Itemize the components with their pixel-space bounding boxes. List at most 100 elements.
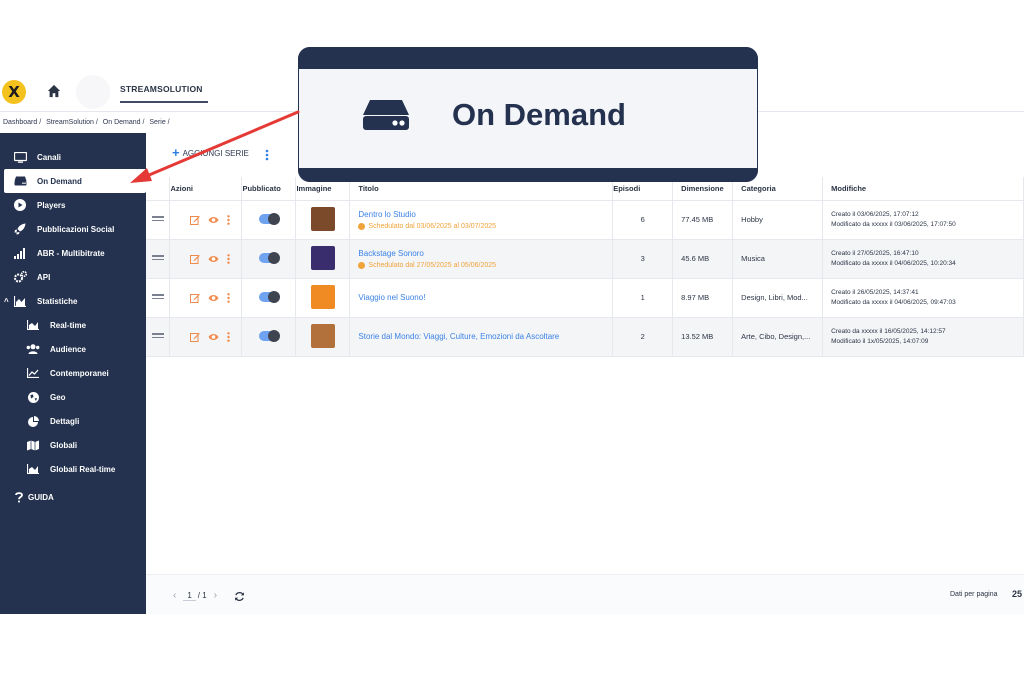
table-row[interactable]: Dentro lo Studio Schedulato dal 03/06/202… xyxy=(146,200,1024,240)
sidebar-item-canali[interactable]: Canali xyxy=(0,145,146,169)
modified-text: Modificato da xxxxx il 04/06/2025, 10:20… xyxy=(831,259,956,267)
drag-handle-icon[interactable] xyxy=(151,292,164,301)
image-cell xyxy=(295,200,351,240)
add-series-label: AGGIUNGI SERIE xyxy=(182,148,249,158)
image-cell xyxy=(295,317,351,357)
series-title-link[interactable]: Dentro lo Studio xyxy=(358,210,612,219)
per-page-select[interactable]: 25 xyxy=(1012,589,1022,599)
sidebar-item-pubblicazioni-social[interactable]: Pubblicazioni Social xyxy=(0,217,146,241)
more-options-icon[interactable] xyxy=(227,292,230,303)
sidebar-item-dettagli[interactable]: Dettagli xyxy=(0,409,146,433)
column-azioni[interactable]: Azioni xyxy=(169,177,243,201)
eye-icon[interactable] xyxy=(208,294,219,302)
drag-handle-cell[interactable] xyxy=(146,278,171,318)
edit-icon[interactable] xyxy=(189,293,200,303)
app-logo[interactable]: X xyxy=(2,80,26,104)
sidebar-item-abr-multibitrate[interactable]: ABR - Multibitrate xyxy=(0,241,146,265)
modifications-cell: Creato il 26/05/2025, 14:37:41 Modificato… xyxy=(822,278,1024,318)
pagination: ‹ 1 / 1 › xyxy=(166,590,224,601)
more-options-icon[interactable] xyxy=(227,214,230,225)
callout-top-bar xyxy=(298,47,758,69)
pie-chart-icon xyxy=(26,415,40,427)
more-options-icon[interactable] xyxy=(227,331,230,342)
edit-icon[interactable] xyxy=(189,254,200,264)
published-toggle[interactable] xyxy=(258,290,280,303)
sidebar-item-guida[interactable]: GUIDA xyxy=(0,485,146,509)
created-text: Creato da xxxxx il 16/05/2025, 14:12:57 xyxy=(831,327,946,335)
page-number-input[interactable]: 1 xyxy=(183,591,196,601)
sidebar-item-audience[interactable]: Audience xyxy=(0,337,146,361)
refresh-icon[interactable] xyxy=(234,591,245,602)
sidebar-item-players[interactable]: Players xyxy=(0,193,146,217)
sidebar-item-label: On Demand xyxy=(37,176,82,186)
breadcrumb-streamsolution[interactable]: StreamSolution / xyxy=(46,119,98,126)
drag-handle-cell[interactable] xyxy=(146,317,171,357)
edit-icon[interactable] xyxy=(189,215,200,225)
sidebar-item-contemporanei[interactable]: Contemporanei xyxy=(0,361,146,385)
eye-icon[interactable] xyxy=(208,216,219,224)
series-title-link[interactable]: Viaggio nel Suono! xyxy=(358,293,612,302)
published-toggle[interactable] xyxy=(258,329,280,342)
category-cell: Design, Libri, Mod... xyxy=(732,278,824,318)
drag-handle-cell[interactable] xyxy=(146,239,171,279)
sidebar-item-real-time[interactable]: Real-time xyxy=(0,313,146,337)
published-toggle[interactable] xyxy=(258,212,280,225)
callout-bottom-bar xyxy=(298,168,758,182)
page-total: / 1 xyxy=(197,591,207,600)
sidebar-item-globali[interactable]: Globali xyxy=(0,433,146,457)
sidebar-item-label: Globali Real-time xyxy=(50,464,116,474)
series-thumbnail[interactable] xyxy=(310,245,335,270)
created-text: Creato il 26/05/2025, 14:37:41 xyxy=(831,288,919,296)
sidebar-item-api[interactable]: API xyxy=(0,265,146,289)
published-toggle[interactable] xyxy=(258,251,280,264)
schedule-note: Schedulato dal 27/05/2025 al 05/06/2025 xyxy=(358,261,612,269)
series-thumbnail[interactable] xyxy=(310,323,335,348)
modifications-cell: Creato il 03/06/2025, 17:07:12 Modificato… xyxy=(822,200,1024,240)
modifications-cell: Creato il 27/05/2025, 16:47:10 Modificato… xyxy=(822,239,1024,279)
eye-icon[interactable] xyxy=(208,333,219,341)
next-page-icon[interactable]: › xyxy=(214,590,217,601)
more-options-icon[interactable] xyxy=(264,149,270,161)
series-thumbnail[interactable] xyxy=(310,206,335,231)
cogs-icon xyxy=(13,271,27,283)
drag-handle-icon[interactable] xyxy=(151,253,164,262)
sidebar-item-statistiche[interactable]: ^ Statistiche xyxy=(0,289,146,313)
sidebar-item-geo[interactable]: Geo xyxy=(0,385,146,409)
more-options-icon[interactable] xyxy=(227,253,230,264)
series-title-link[interactable]: Backstage Sonoro xyxy=(358,249,612,258)
eye-icon[interactable] xyxy=(208,255,219,263)
column-pubblicato[interactable]: Pubblicato xyxy=(241,177,297,201)
actions-cell xyxy=(169,239,243,279)
size-cell: 77.45 MB xyxy=(672,200,734,240)
breadcrumb-dashboard[interactable]: Dashboard / xyxy=(3,119,41,126)
add-series-button[interactable]: + AGGIUNGI SERIE xyxy=(172,146,249,159)
table-row[interactable]: Viaggio nel Suono! 1 8.97 MB Design, Lib… xyxy=(146,278,1024,318)
play-icon xyxy=(13,199,27,211)
published-cell xyxy=(241,200,297,240)
edit-icon[interactable] xyxy=(189,332,200,342)
avatar[interactable] xyxy=(76,75,110,109)
tab-streamsolution[interactable]: STREAMSOLUTION xyxy=(120,84,203,94)
caret-up-icon: ^ xyxy=(4,296,9,306)
sidebar-item-globali-real-time[interactable]: Globali Real-time xyxy=(0,457,146,481)
prev-page-icon[interactable]: ‹ xyxy=(173,590,176,601)
drag-handle-icon[interactable] xyxy=(151,331,164,340)
drag-handle-cell[interactable] xyxy=(146,200,171,240)
created-text: Creato il 03/06/2025, 17:07:12 xyxy=(831,210,919,218)
title-cell: Storie dal Mondo: Viaggi, Culture, Emozi… xyxy=(349,317,614,357)
breadcrumb-on-demand[interactable]: On Demand / xyxy=(103,119,145,126)
drag-handle-icon[interactable] xyxy=(151,214,164,223)
column-modifiche[interactable]: Modifiche xyxy=(822,177,1024,201)
home-icon[interactable] xyxy=(47,84,61,98)
sidebar-item-label: Real-time xyxy=(50,320,87,330)
sidebar-item-label: Canali xyxy=(37,152,62,162)
category-cell: Musica xyxy=(732,239,824,279)
series-thumbnail[interactable] xyxy=(310,284,335,309)
table-row[interactable]: Backstage Sonoro Schedulato dal 27/05/202… xyxy=(146,239,1024,279)
hdd-icon xyxy=(13,175,27,187)
sidebar-item-on-demand[interactable]: On Demand xyxy=(4,169,146,193)
table-row[interactable]: Storie dal Mondo: Viaggi, Culture, Emozi… xyxy=(146,317,1024,357)
series-title-link[interactable]: Storie dal Mondo: Viaggi, Culture, Emozi… xyxy=(358,332,612,341)
sidebar-item-label: Globali xyxy=(50,440,78,450)
schedule-note: Schedulato dal 03/06/2025 al 03/07/2025 xyxy=(358,222,612,230)
